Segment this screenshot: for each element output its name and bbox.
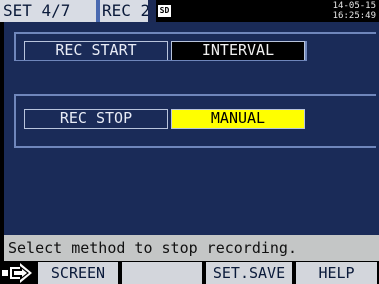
header-bar: SET 4/7 REC 2 SD 14-05-15 16:25:49 xyxy=(0,0,379,22)
arrow-right-icon[interactable] xyxy=(2,263,36,283)
section-divider xyxy=(14,94,376,96)
sd-card-icon: SD xyxy=(158,5,171,17)
screen-key[interactable]: SCREEN xyxy=(38,262,118,284)
section-divider xyxy=(14,146,376,148)
tab-divider xyxy=(148,0,156,22)
settings-panel: REC START INTERVAL REC STOP MANUAL xyxy=(4,22,379,235)
section-border-left xyxy=(14,96,16,146)
help-key[interactable]: HELP xyxy=(296,262,377,284)
set-save-key[interactable]: SET.SAVE xyxy=(206,262,292,284)
section-divider xyxy=(14,32,376,34)
rec-stop-label: REC STOP xyxy=(24,109,168,129)
section-border-left xyxy=(14,34,16,60)
record-tab[interactable]: REC 2 xyxy=(100,0,150,22)
rec-stop-value[interactable]: MANUAL xyxy=(171,109,305,129)
blank-key[interactable] xyxy=(122,262,202,284)
rec-start-value[interactable]: INTERVAL xyxy=(171,41,305,61)
help-message: Select method to stop recording. xyxy=(4,235,379,261)
settings-page-indicator[interactable]: SET 4/7 xyxy=(0,0,96,22)
section-underline xyxy=(14,60,306,61)
rec-start-label: REC START xyxy=(24,41,168,61)
section-border-right xyxy=(305,41,307,61)
header-time: 16:25:49 xyxy=(332,11,376,21)
header-date: 14-05-15 xyxy=(332,1,376,11)
